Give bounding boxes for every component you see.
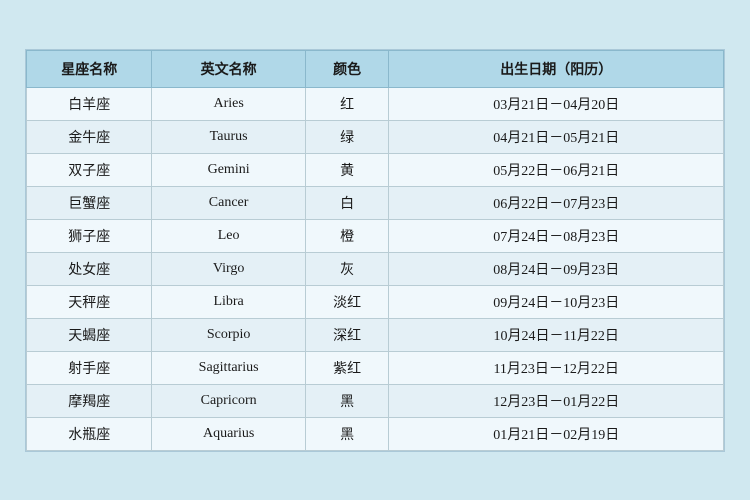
cell-zodiac-english: Gemini — [152, 153, 305, 186]
zodiac-table-container: 星座名称 英文名称 颜色 出生日期（阳历） 白羊座Aries红03月21日－04… — [25, 49, 725, 452]
header-color: 颜色 — [305, 50, 389, 87]
cell-zodiac-date: 06月22日－07月23日 — [389, 186, 724, 219]
header-english: 英文名称 — [152, 50, 305, 87]
header-date: 出生日期（阳历） — [389, 50, 724, 87]
cell-zodiac-date: 01月21日－02月19日 — [389, 417, 724, 450]
cell-zodiac-date: 10月24日－11月22日 — [389, 318, 724, 351]
cell-zodiac-color: 绿 — [305, 120, 389, 153]
cell-zodiac-color: 红 — [305, 87, 389, 120]
table-row: 狮子座Leo橙07月24日－08月23日 — [27, 219, 724, 252]
cell-zodiac-name: 射手座 — [27, 351, 152, 384]
cell-zodiac-name: 天蝎座 — [27, 318, 152, 351]
cell-zodiac-color: 深红 — [305, 318, 389, 351]
cell-zodiac-color: 灰 — [305, 252, 389, 285]
cell-zodiac-english: Capricorn — [152, 384, 305, 417]
cell-zodiac-date: 04月21日－05月21日 — [389, 120, 724, 153]
table-row: 射手座Sagittarius紫红11月23日－12月22日 — [27, 351, 724, 384]
cell-zodiac-english: Taurus — [152, 120, 305, 153]
cell-zodiac-color: 白 — [305, 186, 389, 219]
cell-zodiac-name: 狮子座 — [27, 219, 152, 252]
cell-zodiac-name: 白羊座 — [27, 87, 152, 120]
table-row: 双子座Gemini黄05月22日－06月21日 — [27, 153, 724, 186]
zodiac-table: 星座名称 英文名称 颜色 出生日期（阳历） 白羊座Aries红03月21日－04… — [26, 50, 724, 451]
cell-zodiac-english: Aries — [152, 87, 305, 120]
cell-zodiac-english: Sagittarius — [152, 351, 305, 384]
cell-zodiac-date: 05月22日－06月21日 — [389, 153, 724, 186]
cell-zodiac-name: 金牛座 — [27, 120, 152, 153]
cell-zodiac-name: 巨蟹座 — [27, 186, 152, 219]
cell-zodiac-english: Scorpio — [152, 318, 305, 351]
cell-zodiac-date: 09月24日－10月23日 — [389, 285, 724, 318]
cell-zodiac-english: Aquarius — [152, 417, 305, 450]
cell-zodiac-color: 黑 — [305, 384, 389, 417]
cell-zodiac-name: 处女座 — [27, 252, 152, 285]
cell-zodiac-name: 天秤座 — [27, 285, 152, 318]
table-row: 天秤座Libra淡红09月24日－10月23日 — [27, 285, 724, 318]
table-row: 摩羯座Capricorn黑12月23日－01月22日 — [27, 384, 724, 417]
header-name: 星座名称 — [27, 50, 152, 87]
cell-zodiac-date: 03月21日－04月20日 — [389, 87, 724, 120]
table-row: 天蝎座Scorpio深红10月24日－11月22日 — [27, 318, 724, 351]
cell-zodiac-color: 淡红 — [305, 285, 389, 318]
cell-zodiac-color: 黑 — [305, 417, 389, 450]
table-row: 白羊座Aries红03月21日－04月20日 — [27, 87, 724, 120]
cell-zodiac-color: 紫红 — [305, 351, 389, 384]
cell-zodiac-english: Cancer — [152, 186, 305, 219]
table-row: 处女座Virgo灰08月24日－09月23日 — [27, 252, 724, 285]
cell-zodiac-date: 12月23日－01月22日 — [389, 384, 724, 417]
cell-zodiac-english: Virgo — [152, 252, 305, 285]
cell-zodiac-date: 11月23日－12月22日 — [389, 351, 724, 384]
table-row: 水瓶座Aquarius黑01月21日－02月19日 — [27, 417, 724, 450]
table-row: 巨蟹座Cancer白06月22日－07月23日 — [27, 186, 724, 219]
table-header-row: 星座名称 英文名称 颜色 出生日期（阳历） — [27, 50, 724, 87]
cell-zodiac-name: 双子座 — [27, 153, 152, 186]
cell-zodiac-color: 橙 — [305, 219, 389, 252]
cell-zodiac-name: 摩羯座 — [27, 384, 152, 417]
cell-zodiac-color: 黄 — [305, 153, 389, 186]
cell-zodiac-date: 07月24日－08月23日 — [389, 219, 724, 252]
cell-zodiac-date: 08月24日－09月23日 — [389, 252, 724, 285]
table-row: 金牛座Taurus绿04月21日－05月21日 — [27, 120, 724, 153]
cell-zodiac-english: Leo — [152, 219, 305, 252]
cell-zodiac-english: Libra — [152, 285, 305, 318]
cell-zodiac-name: 水瓶座 — [27, 417, 152, 450]
